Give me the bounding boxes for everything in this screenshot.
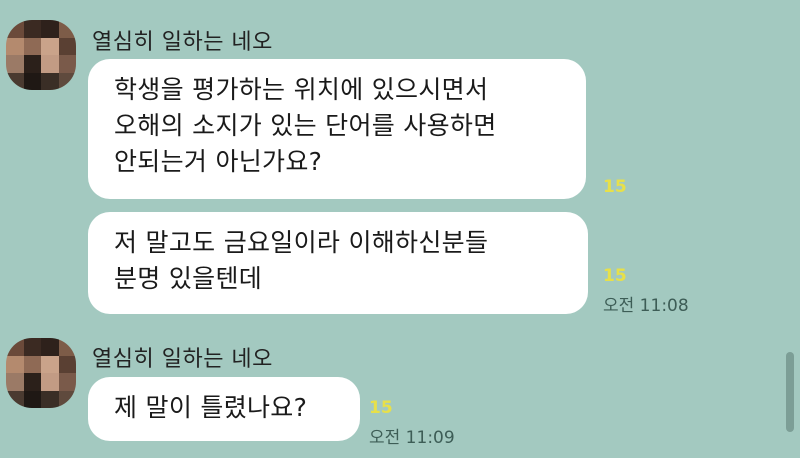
scrollbar[interactable] [786, 352, 794, 432]
sender-name: 열심히 일하는 네오 [92, 30, 273, 55]
message-text: 학생을 평가하는 위치에 있으시면서 [114, 75, 489, 104]
message-text: 제 말이 틀렸나요? [114, 393, 308, 422]
message-text: 오해의 소지가 있는 단어를 사용하면 [114, 111, 497, 140]
unread-count: 15 [603, 177, 627, 197]
sender-avatar[interactable] [6, 338, 76, 408]
unread-count: 15 [369, 398, 393, 418]
message-bubble[interactable]: 제 말이 틀렸나요? [88, 377, 360, 441]
chat-window: 열심히 일하는 네오 학생을 평가하는 위치에 있으시면서 오해의 소지가 있는… [0, 0, 800, 458]
unread-count: 15 [603, 266, 627, 286]
message-timestamp: 오전 11:08 [603, 296, 689, 316]
message-text: 분명 있을텐데 [114, 264, 263, 293]
message-bubble[interactable]: 저 말고도 금요일이라 이해하신분들 분명 있을텐데 [88, 212, 588, 314]
message-bubble[interactable]: 학생을 평가하는 위치에 있으시면서 오해의 소지가 있는 단어를 사용하면 안… [88, 59, 586, 199]
message-timestamp: 오전 11:09 [369, 428, 455, 448]
message-text: 저 말고도 금요일이라 이해하신분들 [114, 228, 489, 257]
sender-name: 열심히 일하는 네오 [92, 347, 273, 372]
message-text: 안되는거 아닌가요? [114, 147, 323, 176]
sender-avatar[interactable] [6, 20, 76, 90]
